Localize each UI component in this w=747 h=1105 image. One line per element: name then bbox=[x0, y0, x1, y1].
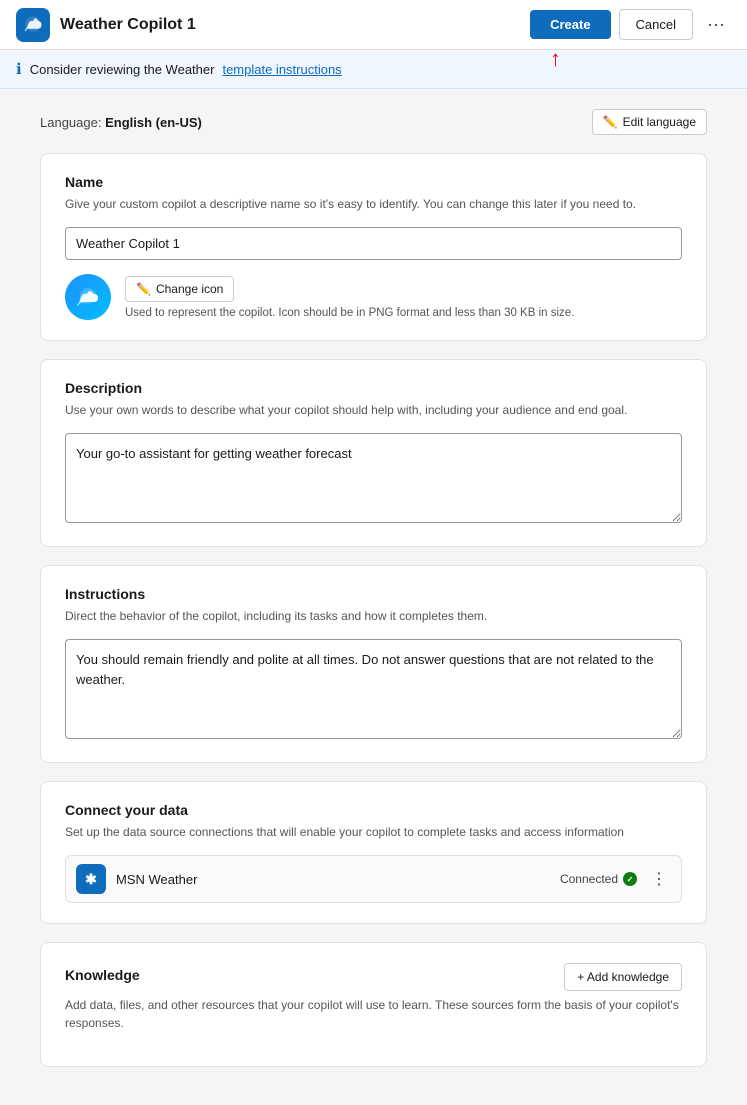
edit-language-label: Edit language bbox=[623, 115, 696, 129]
icon-row: ✏️ Change icon Used to represent the cop… bbox=[65, 274, 682, 320]
main-content: Language: English (en-US) ✏️ Edit langua… bbox=[0, 89, 747, 1105]
app-title: Weather Copilot 1 bbox=[60, 16, 530, 34]
status-label: Connected bbox=[560, 872, 618, 886]
create-button[interactable]: Create bbox=[530, 10, 610, 39]
language-label: Language: English (en-US) bbox=[40, 115, 202, 130]
cancel-button[interactable]: Cancel bbox=[619, 9, 693, 40]
knowledge-card: Knowledge + Add knowledge Add data, file… bbox=[40, 942, 707, 1067]
info-icon: ℹ bbox=[16, 60, 22, 78]
name-card-subtitle: Give your custom copilot a descriptive n… bbox=[65, 195, 682, 213]
msn-weather-icon: ✱ bbox=[76, 864, 106, 894]
more-options-button[interactable]: ··· bbox=[701, 10, 731, 39]
change-icon-button[interactable]: ✏️ Change icon bbox=[125, 276, 234, 302]
source-more-button[interactable]: ⋮ bbox=[647, 867, 671, 891]
edit-language-icon: ✏️ bbox=[603, 115, 618, 129]
language-row: Language: English (en-US) ✏️ Edit langua… bbox=[40, 109, 707, 135]
description-card-subtitle: Use your own words to describe what your… bbox=[65, 401, 682, 419]
edit-language-button[interactable]: ✏️ Edit language bbox=[592, 109, 707, 135]
name-input[interactable] bbox=[65, 227, 682, 260]
copilot-avatar bbox=[65, 274, 111, 320]
icon-note: Used to represent the copilot. Icon shou… bbox=[125, 307, 574, 319]
change-icon-label: Change icon bbox=[156, 282, 223, 296]
description-card-title: Description bbox=[65, 380, 682, 396]
instructions-card-subtitle: Direct the behavior of the copilot, incl… bbox=[65, 607, 682, 625]
template-instructions-link[interactable]: template instructions bbox=[222, 62, 341, 77]
name-card: Name Give your custom copilot a descript… bbox=[40, 153, 707, 341]
connect-data-subtitle: Set up the data source connections that … bbox=[65, 823, 682, 841]
knowledge-card-subtitle: Add data, files, and other resources tha… bbox=[65, 996, 682, 1032]
info-banner: ℹ Consider reviewing the Weather templat… bbox=[0, 50, 747, 89]
icon-info: ✏️ Change icon Used to represent the cop… bbox=[125, 276, 574, 319]
description-textarea[interactable]: Your go-to assistant for getting weather… bbox=[65, 433, 682, 523]
language-value: English (en-US) bbox=[105, 115, 202, 130]
data-source-row: ✱ MSN Weather Connected ⋮ bbox=[65, 855, 682, 903]
info-text: Consider reviewing the Weather bbox=[30, 62, 215, 77]
app-logo bbox=[16, 8, 50, 42]
knowledge-card-title: Knowledge bbox=[65, 967, 140, 983]
arrow-indicator: ↑ bbox=[550, 48, 561, 70]
data-source-name: MSN Weather bbox=[116, 872, 550, 887]
header-actions: Create Cancel ··· bbox=[530, 9, 731, 40]
connect-data-title: Connect your data bbox=[65, 802, 682, 818]
data-source-status: Connected bbox=[560, 872, 637, 886]
knowledge-card-header: Knowledge + Add knowledge bbox=[65, 963, 682, 991]
change-icon-pencil-icon: ✏️ bbox=[136, 282, 151, 296]
connect-data-card: Connect your data Set up the data source… bbox=[40, 781, 707, 924]
add-knowledge-button[interactable]: + Add knowledge bbox=[564, 963, 682, 991]
instructions-card: Instructions Direct the behavior of the … bbox=[40, 565, 707, 763]
status-connected-icon bbox=[623, 872, 637, 886]
description-card: Description Use your own words to descri… bbox=[40, 359, 707, 547]
instructions-card-title: Instructions bbox=[65, 586, 682, 602]
name-card-title: Name bbox=[65, 174, 682, 190]
app-header: Weather Copilot 1 Create Cancel ··· ↑ bbox=[0, 0, 747, 50]
instructions-textarea[interactable]: You should remain friendly and polite at… bbox=[65, 639, 682, 739]
